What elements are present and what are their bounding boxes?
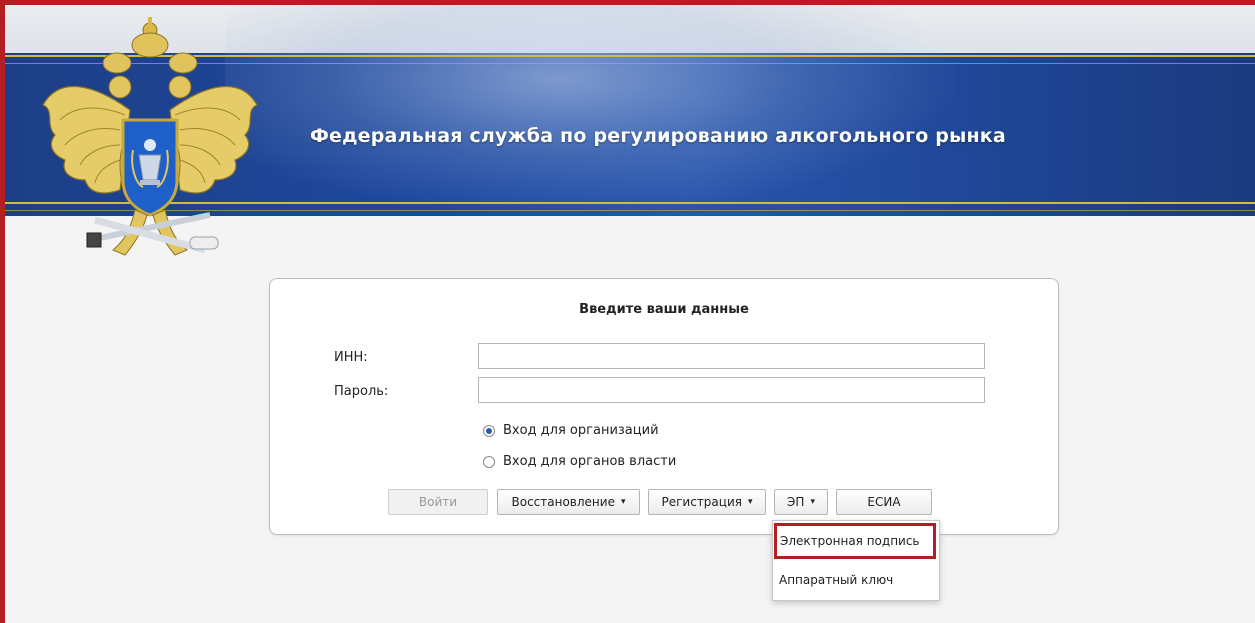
ep-dropdown-menu: Электронная подпись Аппаратный ключ (772, 520, 940, 601)
radio-unchecked-icon[interactable] (483, 455, 495, 468)
radio-government[interactable]: Вход для органов власти (483, 454, 676, 469)
password-label: Пароль: (334, 384, 389, 399)
chevron-down-icon: ▾ (747, 497, 753, 507)
esia-button[interactable]: ЕСИА (836, 489, 932, 515)
inn-input[interactable] (478, 343, 985, 369)
chevron-down-icon: ▾ (620, 497, 626, 507)
menu-item-label: Аппаратный ключ (779, 573, 894, 587)
login-button-label: Войти (418, 495, 458, 509)
banner-map-overlay (225, 5, 965, 216)
radio-government-label: Вход для органов власти (503, 454, 677, 469)
menu-item-label: Электронная подпись (780, 534, 920, 548)
double-headed-eagle-emblem-icon (42, 17, 258, 256)
radio-organizations[interactable]: Вход для организаций (483, 423, 659, 438)
registration-button-label: Регистрация (661, 495, 742, 509)
recovery-dropdown-button[interactable]: Восстановление ▾ (497, 489, 640, 515)
agency-title: Федеральная служба по регулированию алко… (310, 125, 1006, 147)
login-panel: Введите ваши данные ИНН: Пароль: Вход дл… (269, 278, 1059, 535)
radio-checked-icon[interactable] (483, 424, 495, 437)
menu-item-hardware-key[interactable]: Аппаратный ключ (773, 573, 939, 587)
radio-organizations-label: Вход для организаций (503, 423, 659, 438)
chevron-down-icon: ▾ (810, 497, 815, 507)
ep-dropdown-button[interactable]: ЭП ▾ (774, 489, 828, 515)
recovery-button-label: Восстановление (511, 495, 615, 509)
login-button[interactable]: Войти (388, 489, 488, 515)
esia-button-label: ЕСИА (867, 495, 901, 509)
password-input[interactable] (478, 377, 985, 403)
panel-title: Введите ваши данные (579, 302, 749, 317)
inn-label: ИНН: (334, 350, 368, 365)
registration-dropdown-button[interactable]: Регистрация ▾ (648, 489, 766, 515)
menu-item-electronic-signature[interactable]: Электронная подпись (774, 523, 936, 559)
ep-button-label: ЭП (787, 495, 805, 509)
